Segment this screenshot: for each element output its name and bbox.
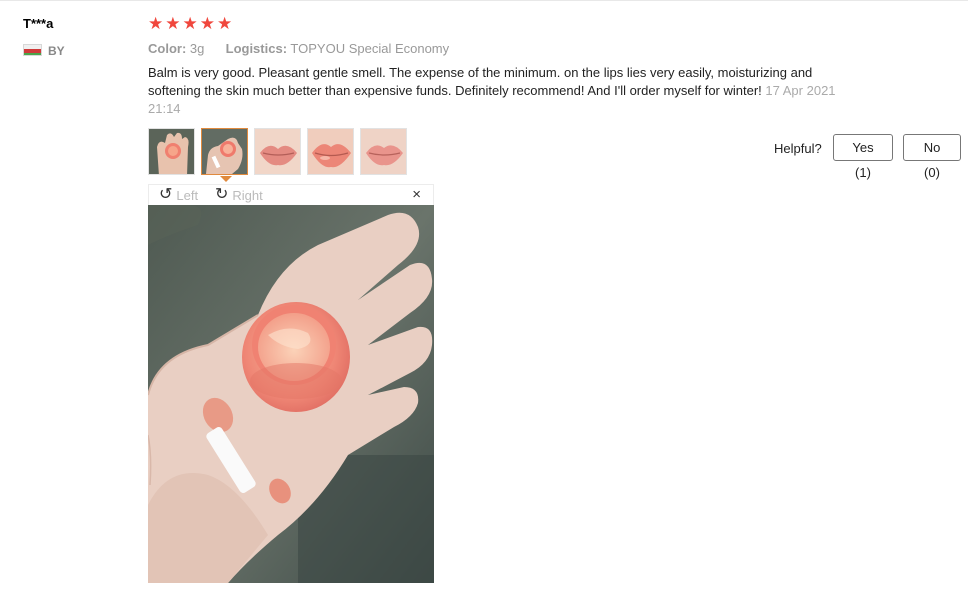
rotate-left-label: Left	[176, 187, 199, 203]
selected-thumbnail-indicator	[220, 176, 232, 182]
logistics-key: Logistics:	[225, 41, 288, 56]
star-icon: ★	[217, 14, 233, 33]
star-icon: ★	[148, 14, 164, 33]
rating-stars: ★ ★ ★ ★ ★	[148, 14, 232, 34]
helpful-no-button[interactable]: No (0)	[903, 134, 961, 180]
review-text: Balm is very good. Pleasant gentle smell…	[148, 65, 813, 98]
order-attributes: Color: 3g Logistics: TOPYOU Special Econ…	[148, 41, 449, 56]
close-icon[interactable]: ×	[412, 186, 421, 204]
rotate-right-label: Right	[232, 187, 263, 203]
belarus-flag-icon	[23, 44, 42, 56]
star-icon: ★	[165, 14, 181, 33]
color-key: Color:	[148, 41, 187, 56]
star-icon: ★	[199, 14, 215, 33]
rotate-left-button[interactable]: ↺ Left	[159, 186, 198, 204]
image-viewer-toolbar: ↺ Left ↻ Right ×	[148, 184, 434, 205]
helpful-label: Helpful?	[774, 141, 822, 156]
color-value: 3g	[189, 41, 205, 56]
reviewer-country: BY	[48, 44, 65, 58]
rotate-right-icon: ↻	[215, 186, 229, 203]
photo-thumbnails	[148, 128, 407, 175]
thumbnail-lips[interactable]	[360, 128, 407, 175]
separator-line	[0, 0, 968, 1]
review-photo-large	[148, 205, 434, 583]
rotate-left-icon: ↺	[159, 186, 173, 203]
star-icon: ★	[182, 14, 198, 33]
helpful-yes-button[interactable]: Yes (1)	[833, 134, 893, 180]
logistics-value: TOPYOU Special Economy	[290, 41, 450, 56]
thumbnail-lips[interactable]	[307, 128, 354, 175]
review-body: Balm is very good. Pleasant gentle smell…	[148, 64, 868, 118]
thumbnail-hand-with-balm-selected[interactable]	[201, 128, 248, 175]
rotate-right-button[interactable]: ↻ Right	[215, 186, 263, 204]
thumbnail-lips[interactable]	[254, 128, 301, 175]
thumbnail-hand-with-balm[interactable]	[148, 128, 195, 175]
reviewer-name: T***a	[23, 16, 54, 31]
